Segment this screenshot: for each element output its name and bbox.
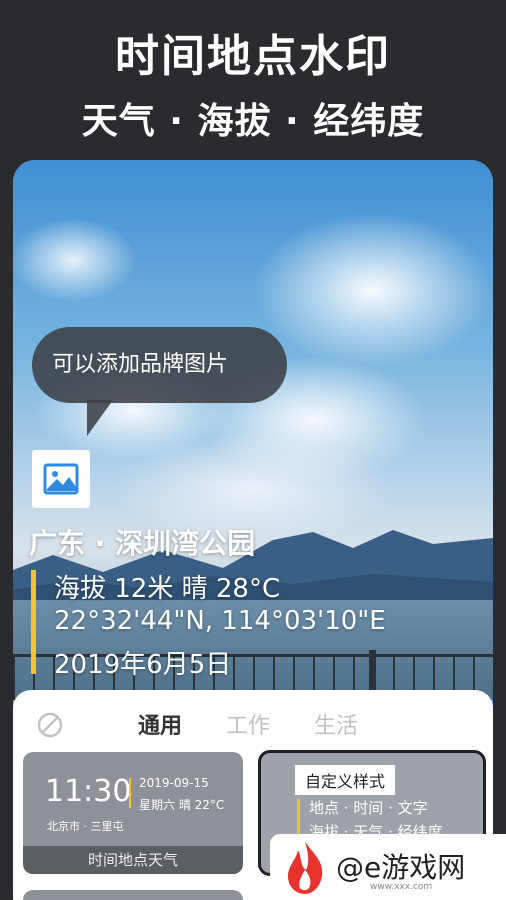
watermark-coordinates: 22°32'44"N, 114°03'10"E (54, 606, 386, 636)
phone-preview-card: 可以添加品牌图片 广东 · 深圳湾公园 海拔 12米 晴 28°C 22°32'… (13, 160, 493, 900)
watermark-altitude-weather: 海拔 12米 晴 28°C (54, 574, 281, 604)
tooltip-tail (87, 400, 113, 436)
promo-header: 时间地点水印 天气 · 海拔 · 经纬度 (0, 0, 506, 160)
watermark-place: 广东 · 深圳湾公园 (29, 527, 256, 560)
image-icon (43, 463, 79, 495)
tab-work[interactable]: 工作 (226, 708, 270, 740)
style-tabs: 通用 工作 生活 (13, 690, 493, 750)
custom-style-tag: 自定义样式 (295, 765, 396, 795)
flame-logo-icon (288, 842, 323, 894)
watermark-date: 2019年6月5日 (54, 650, 232, 680)
template-weather: 星期六 晴 22°C (139, 798, 225, 812)
site-watermark: @e游戏网 www.xxx.com (270, 834, 506, 900)
tab-general[interactable]: 通用 (138, 708, 182, 740)
template-peek-left[interactable] (23, 890, 243, 900)
template-location: 北京市 · 三里屯 (47, 820, 124, 833)
template-date: 2019-09-15 (139, 776, 209, 790)
template-time-location-weather[interactable]: 11:30 2019-09-15 星期六 晴 22°C 北京市 · 三里屯 时间… (23, 752, 243, 874)
custom-style-line-1: 地点 · 时间 · 文字 (309, 799, 428, 817)
site-name: @e游戏网 (336, 851, 466, 884)
subline: 天气 · 海拔 · 经纬度 (81, 101, 425, 142)
custom-style-accent-bar (297, 799, 300, 839)
template-divider (129, 778, 131, 808)
tooltip-bubble: 可以添加品牌图片 (32, 327, 287, 403)
template-label: 时间地点天气 (23, 846, 243, 874)
watermark-accent-bar (31, 570, 36, 674)
brand-image-button[interactable] (32, 450, 90, 508)
site-url: www.xxx.com (370, 882, 433, 892)
template-time: 11:30 (45, 774, 132, 809)
no-style-icon[interactable] (37, 712, 63, 738)
tab-life[interactable]: 生活 (314, 708, 358, 740)
headline: 时间地点水印 (115, 31, 391, 82)
